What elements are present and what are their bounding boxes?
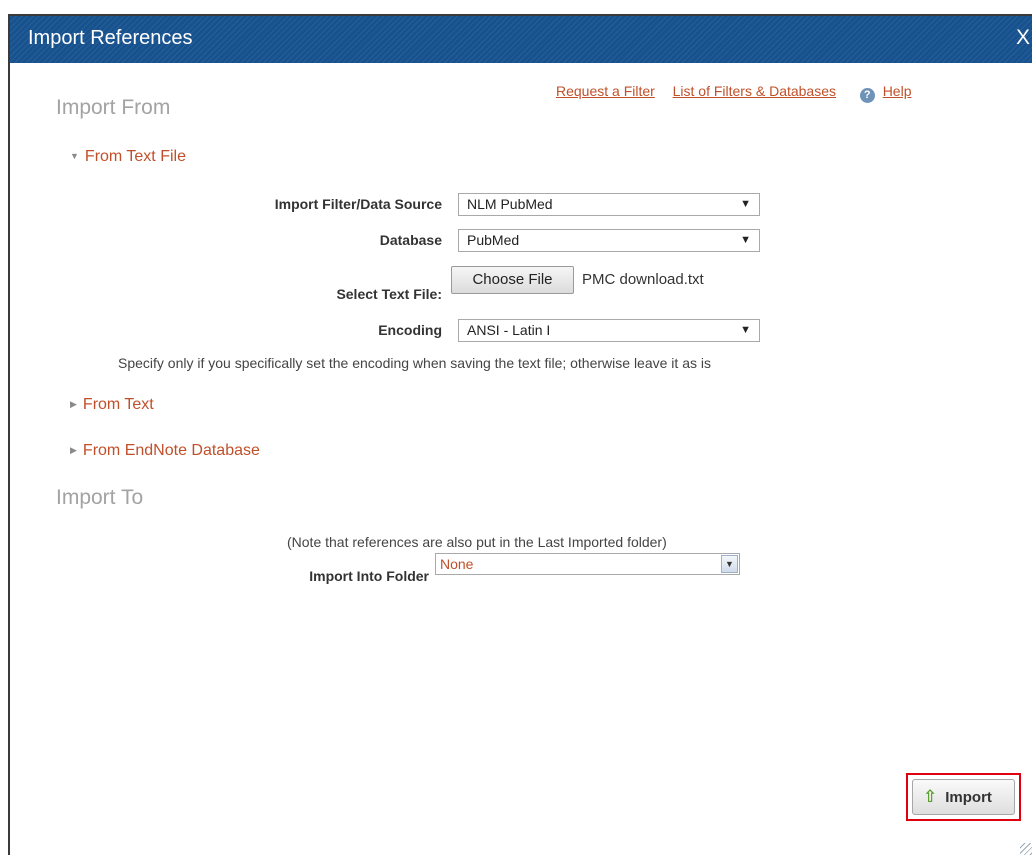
encoding-label: Encoding: [378, 322, 442, 338]
database-select[interactable]: PubMed ▼: [458, 229, 760, 252]
encoding-value: ANSI - Latin I: [467, 322, 551, 338]
chevron-down-icon: ▼: [721, 555, 738, 573]
from-text-file-toggle[interactable]: ▼ From Text File: [70, 148, 186, 166]
import-into-folder-label: Import Into Folder: [309, 568, 429, 584]
folder-value: None: [440, 556, 474, 572]
import-button-label: Import: [945, 789, 992, 806]
dialog-title: Import References: [28, 27, 193, 49]
import-filter-select[interactable]: NLM PubMed ▼: [458, 193, 760, 216]
triangle-right-icon: ▶: [70, 445, 77, 455]
dropdown-arrow-icon: ▼: [740, 234, 751, 246]
dialog-titlebar: Import References X: [10, 16, 1032, 63]
import-to-heading: Import To: [56, 486, 144, 509]
triangle-right-icon: ▶: [70, 399, 77, 409]
filters-databases-link[interactable]: List of Filters & Databases: [673, 83, 836, 99]
database-label: Database: [379, 232, 442, 248]
import-references-dialog: Import References X: [8, 14, 1032, 855]
resize-grip[interactable]: [1020, 843, 1032, 855]
import-filter-label: Import Filter/Data Source: [274, 196, 442, 212]
import-into-folder-select[interactable]: None ▼: [435, 553, 740, 575]
encoding-select[interactable]: ANSI - Latin I ▼: [458, 319, 760, 342]
from-text-file-label: From Text File: [84, 148, 186, 165]
import-filter-value: NLM PubMed: [467, 196, 553, 212]
dropdown-arrow-icon: ▼: [740, 324, 751, 336]
dropdown-arrow-icon: ▼: [740, 198, 751, 210]
close-button[interactable]: X: [1016, 26, 1030, 50]
import-button[interactable]: ⇧ Import: [912, 779, 1015, 815]
from-endnote-database-label: From EndNote Database: [82, 442, 260, 459]
database-value: PubMed: [467, 232, 520, 248]
up-arrow-icon: ⇧: [923, 787, 938, 806]
from-endnote-database-toggle[interactable]: ▶ From EndNote Database: [70, 442, 260, 460]
top-links: Request a Filter List of Filters & Datab…: [556, 83, 911, 103]
triangle-down-icon: ▼: [70, 151, 79, 161]
import-from-heading: Import From: [56, 96, 171, 119]
request-filter-link[interactable]: Request a Filter: [556, 83, 655, 99]
from-text-toggle[interactable]: ▶ From Text: [70, 396, 154, 414]
selected-file-name: PMC download.txt: [582, 271, 704, 288]
help-icon[interactable]: ?: [859, 88, 875, 103]
select-text-file-label: Select Text File:: [336, 286, 442, 302]
encoding-note: Specify only if you specifically set the…: [118, 355, 711, 371]
help-link[interactable]: Help: [883, 83, 912, 99]
from-text-label: From Text: [82, 396, 154, 413]
last-imported-note: (Note that references are also put in th…: [287, 534, 667, 550]
choose-file-button[interactable]: Choose File: [451, 266, 574, 294]
